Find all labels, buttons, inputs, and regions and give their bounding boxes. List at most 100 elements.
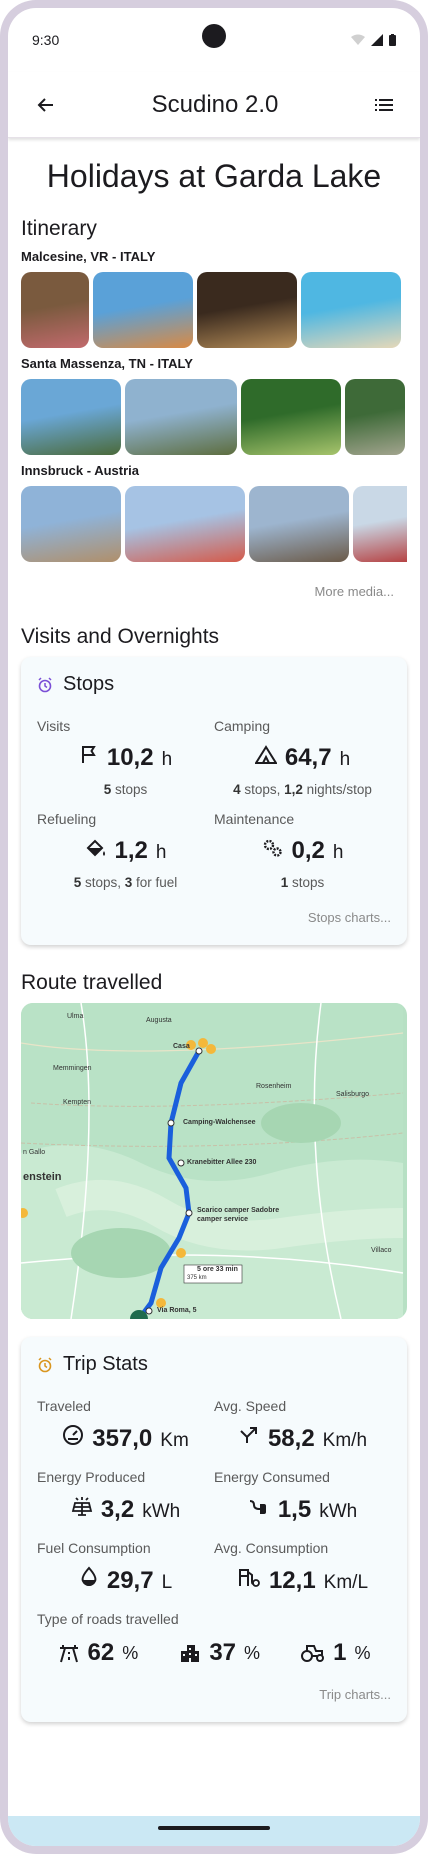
tent-icon [254, 745, 277, 764]
stops-card-title: Stops [63, 673, 115, 695]
stat-value: 29,7 L [37, 1566, 214, 1595]
stat-number: 1,5 [277, 1496, 312, 1523]
trip-charts-link[interactable]: Trip charts... [37, 1687, 391, 1702]
stat-label: Avg. Speed [214, 1398, 287, 1414]
photo-strip[interactable] [21, 486, 407, 562]
stat-fuel-consumption: Fuel Consumption 29,7 L [37, 1540, 214, 1595]
stops-charts-link[interactable]: Stops charts... [37, 910, 391, 925]
stops-grid: Visits 10,2 h 5 stops Camping 64,7 h 4 s… [37, 718, 391, 890]
sub-text: stops, [81, 875, 125, 890]
road-unit: % [244, 1642, 261, 1663]
stat-energy-produced: Energy Produced 3,2 kWh [37, 1469, 214, 1524]
sub-text: stops [111, 782, 148, 797]
gesture-nav-bar [8, 1816, 420, 1846]
roads-label: Type of roads travelled [37, 1611, 179, 1627]
page-title: Holidays at Garda Lake [46, 158, 382, 194]
road-number: 62 [87, 1639, 115, 1666]
stat-number: 0,2 [291, 837, 325, 864]
stat-label: Visits [37, 718, 71, 734]
stat-unit: h [339, 749, 351, 770]
photo-strip[interactable] [21, 379, 407, 455]
stat-avg-consumption: Avg. Consumption 12,1 Km/L [214, 1540, 391, 1595]
page-content: Holidays at Garda Lake Itinerary Malcesi… [8, 158, 420, 1722]
stat-sub: 5 stops, 3 for fuel [37, 875, 214, 890]
home-indicator[interactable] [158, 1826, 270, 1830]
fuel-can-icon [86, 839, 105, 857]
trip-stats-card: Trip Stats Traveled 357,0 Km Avg. Speed … [21, 1337, 407, 1722]
photo-thumbnail[interactable] [241, 379, 341, 455]
stat-sub: 5 stops [37, 782, 214, 797]
map-label: Memmingen [53, 1065, 92, 1072]
trip-card-header: Trip Stats [37, 1353, 391, 1376]
back-button[interactable] [30, 89, 62, 121]
sub-text: for fuel [132, 875, 178, 890]
stat-unit: kWh [319, 1501, 358, 1522]
sub-bold: 4 [233, 782, 241, 797]
photo-thumbnail[interactable] [125, 486, 245, 562]
app-title: Scudino 2.0 [151, 90, 279, 118]
stat-refueling: Refueling 1,2 h 5 stops, 3 for fuel [37, 811, 214, 890]
stat-label: Energy Consumed [214, 1469, 330, 1485]
photo-thumbnail[interactable] [345, 379, 405, 455]
map-label: enstein [23, 1171, 62, 1183]
route-map[interactable]: Ulma Augusta Casa Memmingen Rosenheim Sa… [21, 1003, 407, 1319]
map-label: Salisburgo [336, 1091, 370, 1098]
list-icon [374, 98, 393, 111]
stat-number: 10,2 [106, 744, 154, 771]
device-frame: 9:30 Scudino 2.0 Holidays at Garda Lake … [0, 0, 428, 1854]
sub-bold: 1,2 [284, 782, 303, 797]
trip-grid: Traveled 357,0 Km Avg. Speed 58,2 Km/h E… [37, 1398, 391, 1595]
map-label: Kranebitter Allee 230 [187, 1159, 257, 1166]
photo-thumbnail[interactable] [125, 379, 237, 455]
photo-thumbnail[interactable] [21, 379, 121, 455]
city-icon [181, 1645, 200, 1662]
place-block: Malcesine, VR - ITALY [21, 249, 407, 348]
stat-maintenance: Maintenance 0,2 h 1 stops [214, 811, 391, 890]
photo-thumbnail[interactable] [21, 272, 89, 348]
map-label: Rosenheim [256, 1083, 292, 1090]
stat-camping: Camping 64,7 h 4 stops, 1,2 nights/stop [214, 718, 391, 797]
road-unit: % [354, 1642, 371, 1663]
photo-thumbnail[interactable] [21, 486, 121, 562]
map-label: Kempten [63, 1099, 92, 1106]
photo-thumbnail[interactable] [93, 272, 193, 348]
map-label: Ulma [67, 1013, 84, 1020]
plug-icon [249, 1500, 266, 1514]
photo-strip[interactable] [21, 272, 407, 348]
road-number: 37 [209, 1639, 237, 1666]
stat-value: 1,5 kWh [214, 1495, 391, 1524]
gears-icon [263, 839, 282, 857]
map-label: n Gallo [23, 1149, 46, 1156]
itinerary-title: Itinerary [21, 217, 97, 240]
system-icons [351, 34, 396, 46]
more-media-link[interactable]: More media... [21, 584, 394, 599]
photo-thumbnail[interactable] [197, 272, 297, 348]
stat-unit: h [161, 749, 173, 770]
speedometer-icon [63, 1425, 84, 1445]
roads-row: 62 % 37 % 1 % [37, 1639, 391, 1667]
photo-thumbnail[interactable] [301, 272, 401, 348]
flag-icon [81, 746, 96, 763]
stat-value: 64,7 h [214, 744, 391, 772]
stat-number: 1,2 [114, 837, 148, 864]
stat-unit: Km/L [323, 1572, 369, 1593]
trip-card-title: Trip Stats [63, 1353, 148, 1375]
itinerary-places: Malcesine, VR - ITALY Santa Massenza, TN… [21, 249, 407, 562]
stat-unit: h [332, 842, 344, 863]
sub-text: nights/stop [302, 782, 372, 797]
gas-pump-icon [238, 1569, 260, 1587]
stat-label: Refueling [37, 811, 97, 827]
stat-value: 10,2 h [37, 744, 214, 772]
stat-number: 357,0 [92, 1425, 153, 1452]
stat-sub: 1 stops [214, 875, 391, 890]
alarm-clock-icon [38, 676, 52, 692]
stat-value: 3,2 kWh [37, 1495, 214, 1524]
route-title: Route travelled [21, 971, 163, 994]
map-label: Villaco [371, 1247, 392, 1254]
list-menu-button[interactable] [368, 89, 400, 121]
alarm-clock-icon [38, 1356, 52, 1372]
photo-thumbnail[interactable] [353, 486, 407, 562]
photo-thumbnail[interactable] [249, 486, 349, 562]
drop-icon [81, 1566, 97, 1586]
map-label: Via Roma, 5 [157, 1307, 197, 1314]
